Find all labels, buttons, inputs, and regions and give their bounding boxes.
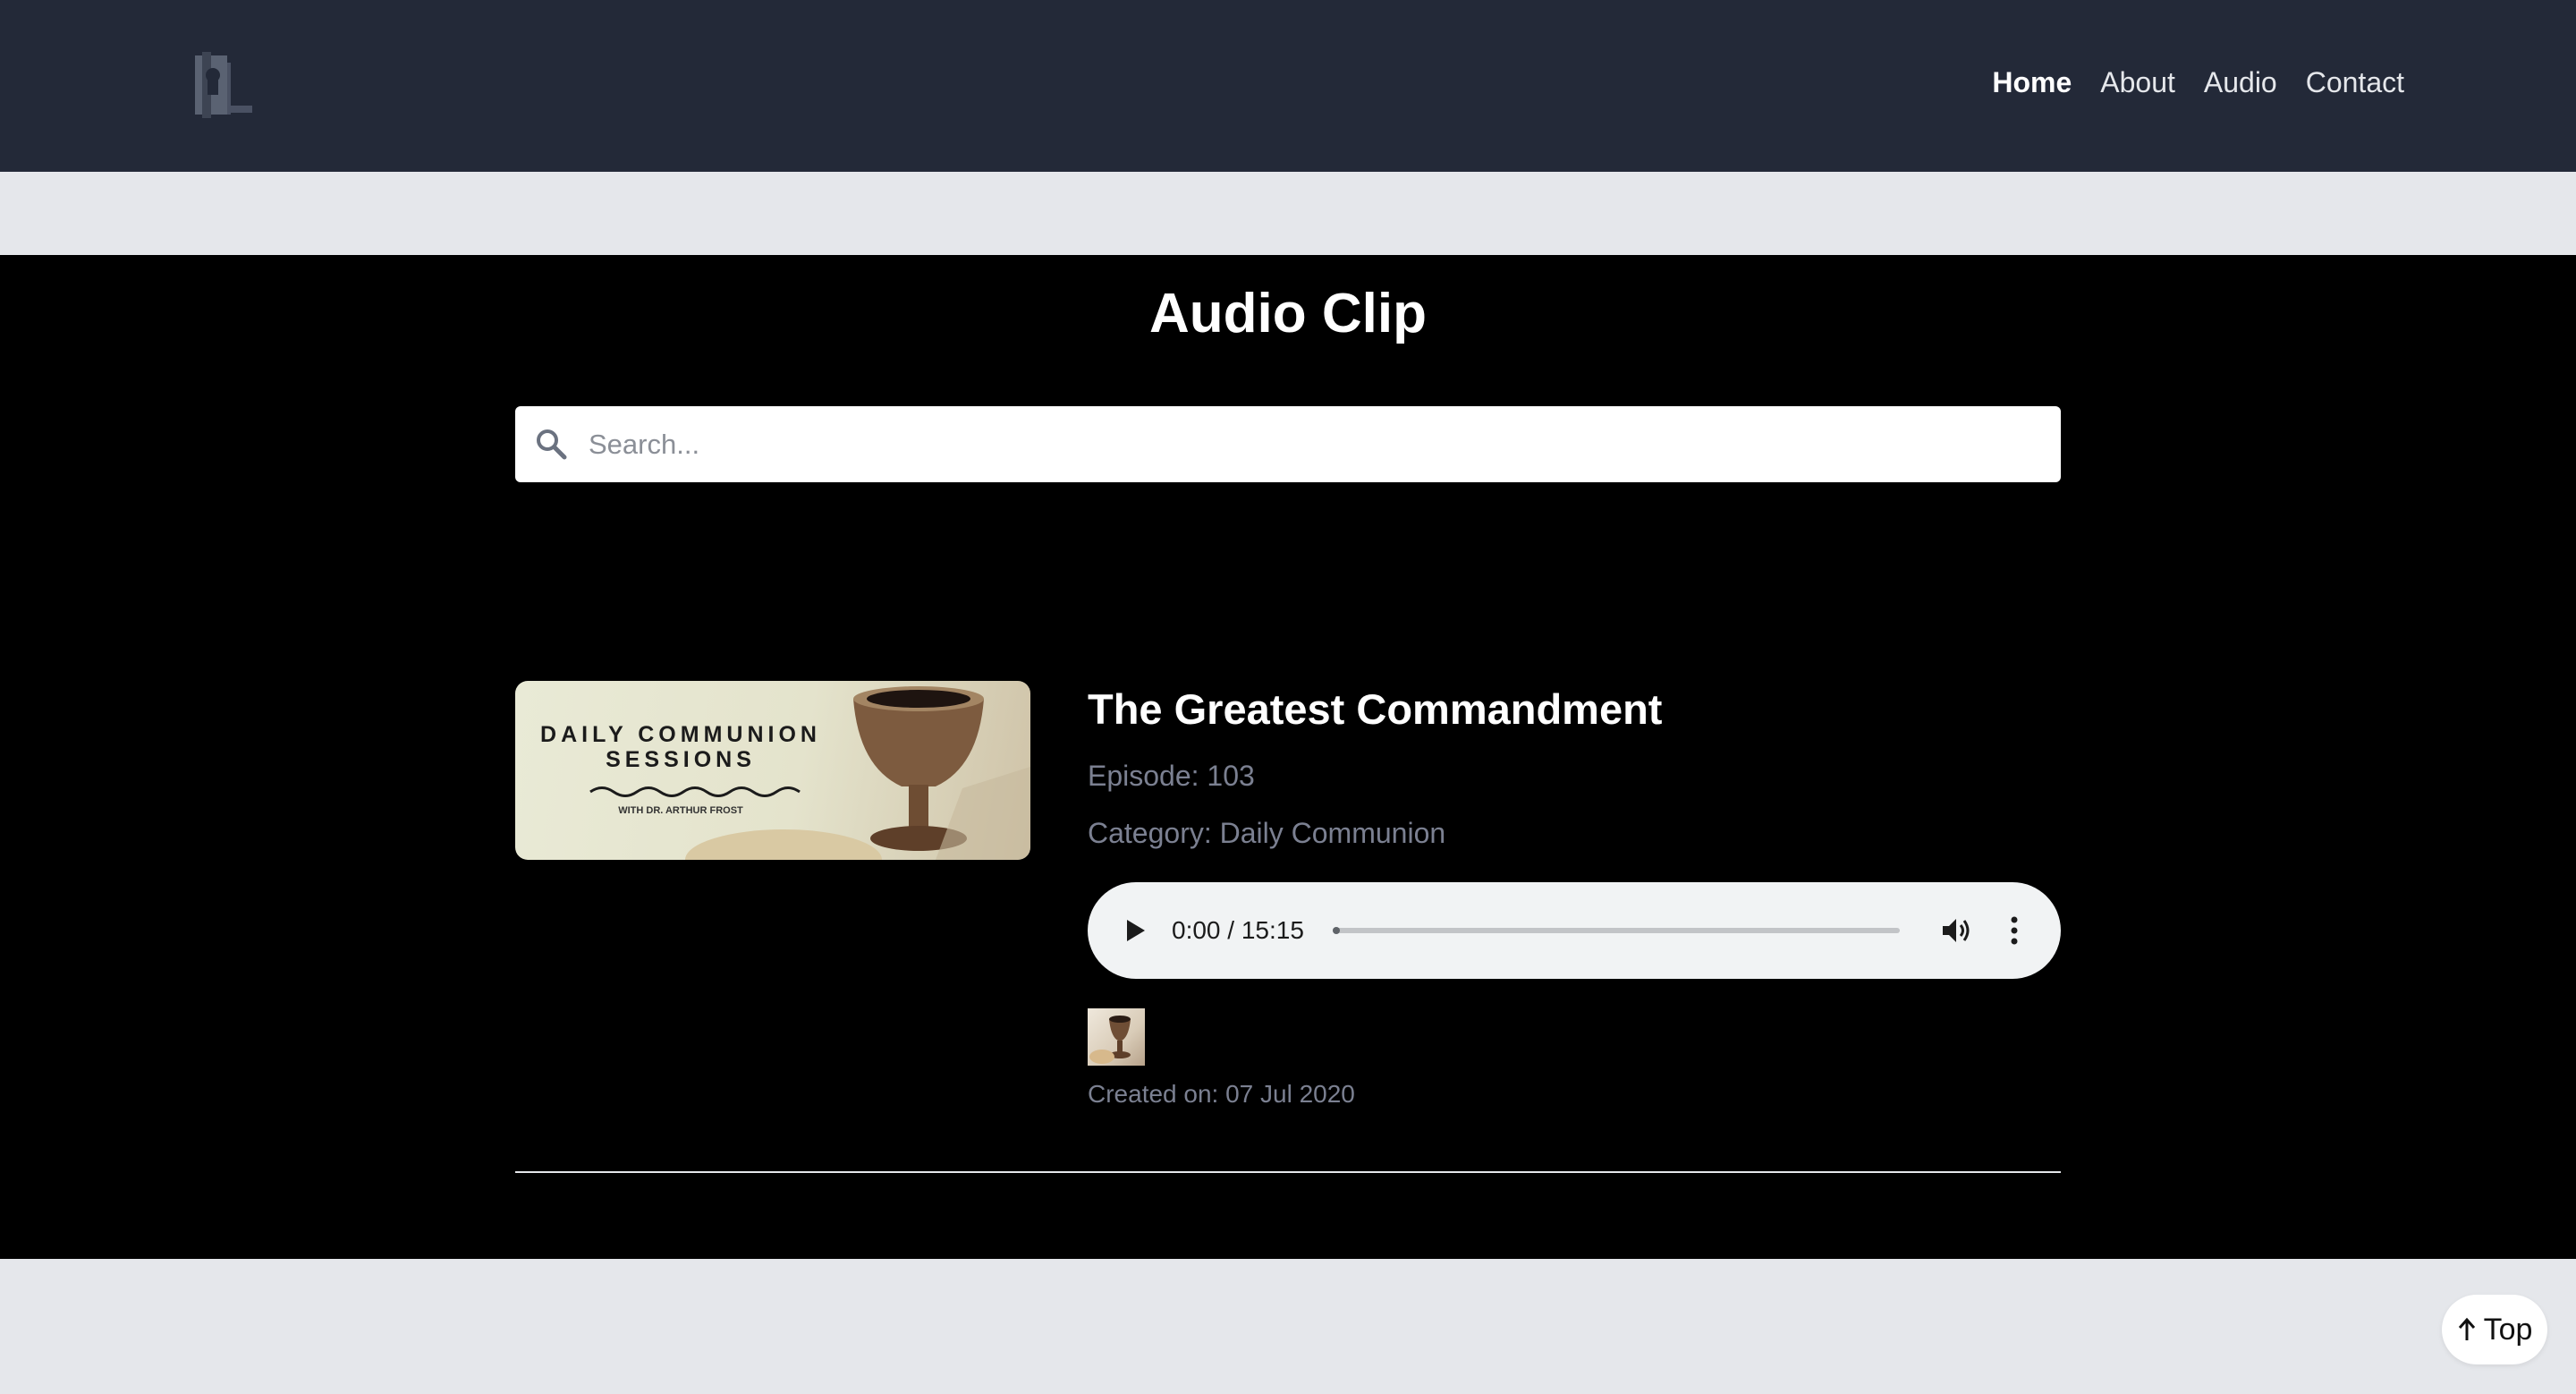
search-box (515, 406, 2061, 482)
audio-seek-bar[interactable] (1333, 927, 1900, 934)
search-icon (537, 429, 567, 460)
navbar: Home About Audio Contact (0, 0, 2576, 172)
episode-thumbnail[interactable]: DAILY COMMUNION SESSIONS WITH DR. ARTHUR… (515, 681, 1030, 860)
nav-link-contact[interactable]: Contact (2306, 66, 2404, 99)
mini-cup-image (1089, 1016, 1131, 1064)
volume-icon[interactable] (1939, 914, 1971, 947)
thumbnail-title-line1: DAILY COMMUNION (540, 722, 821, 747)
nav-link-home[interactable]: Home (1992, 66, 2072, 99)
nav-link-audio[interactable]: Audio (2204, 66, 2277, 99)
search-input[interactable] (589, 406, 2038, 482)
nav-link-about[interactable]: About (2100, 66, 2175, 99)
episode-title[interactable]: The Greatest Commandment (1088, 684, 1662, 734)
main-content: Audio Clip DAILY COMMUNION SESSIONS WITH… (0, 255, 2576, 1259)
arrow-up-icon (2458, 1317, 2475, 1340)
scroll-to-top-button[interactable]: Top (2442, 1295, 2547, 1364)
audio-time: 0:00 / 15:15 (1172, 916, 1304, 944)
thumbnail-subtitle: WITH DR. ARTHUR FROST (618, 805, 743, 816)
play-icon[interactable] (1120, 916, 1148, 945)
audio-seek-knob[interactable] (1333, 927, 1340, 934)
page-title: Audio Clip (1149, 283, 1427, 344)
more-options-icon[interactable] (2007, 914, 2021, 947)
episode-category: Category: Daily Communion (1088, 817, 1446, 849)
scroll-to-top-label: Top (2483, 1312, 2533, 1347)
divider (515, 1171, 2061, 1173)
created-date: Created on: 07 Jul 2020 (1088, 1080, 1355, 1108)
nav-links: Home About Audio Contact (1992, 66, 2404, 99)
site-logo-icon[interactable] (195, 52, 254, 118)
episode-mini-thumbnail (1088, 1008, 1145, 1066)
episode-number: Episode: 103 (1088, 760, 1255, 792)
audio-player: 0:00 / 15:15 (1088, 882, 2061, 979)
thumbnail-title-line2: SESSIONS (606, 747, 756, 772)
